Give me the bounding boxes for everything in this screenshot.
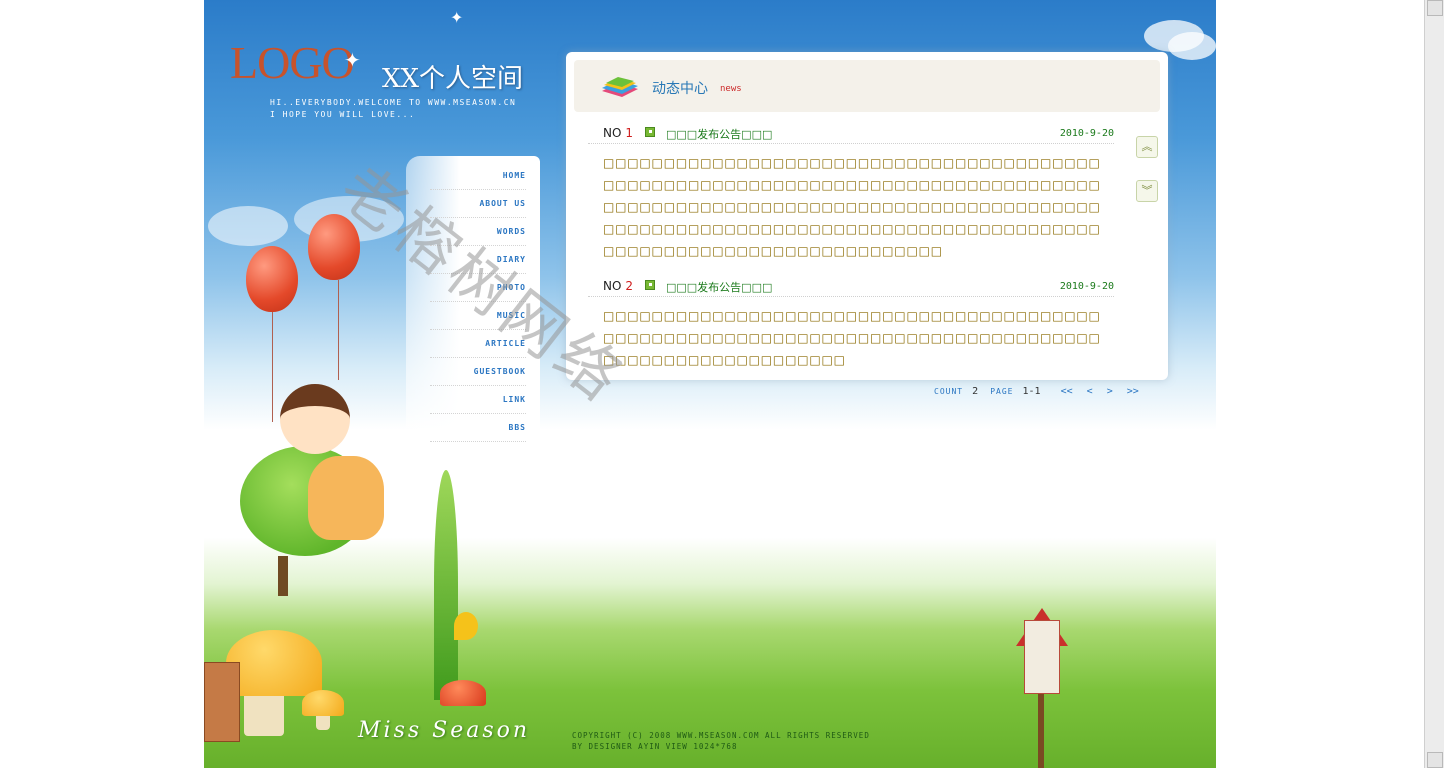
site-title: XX个人空间 xyxy=(382,64,524,94)
news-item: NO 2 □□□发布公告□□□ 2010-9-20 □□□□□□□□□□□□□□□… xyxy=(588,273,1114,369)
wooden-box-illustration xyxy=(204,662,240,742)
child-head-illustration xyxy=(280,384,350,454)
copyright-notice: COPYRIGHT (C) 2008 WWW.MSEASON.COM ALL R… xyxy=(572,730,870,752)
copyright-line: COPYRIGHT (C) 2008 WWW.MSEASON.COM ALL R… xyxy=(572,731,870,740)
site-logo[interactable]: LOGO xyxy=(230,36,355,89)
red-mushroom-cap xyxy=(440,680,486,706)
birdhouse-pole xyxy=(1038,694,1044,768)
news-panel-title: 动态中心 xyxy=(652,81,708,97)
pager-count-value: 2 xyxy=(972,386,979,397)
news-item-header: NO 1 □□□发布公告□□□ 2010-9-20 xyxy=(588,120,1114,144)
page-scrollbar[interactable] xyxy=(1424,0,1444,768)
news-item: NO 1 □□□发布公告□□□ 2010-9-20 □□□□□□□□□□□□□□□… xyxy=(588,120,1114,266)
news-list: NO 1 □□□发布公告□□□ 2010-9-20 □□□□□□□□□□□□□□□… xyxy=(588,112,1130,382)
news-date: 2010-9-20 xyxy=(1059,128,1114,139)
nav-item-guestbook[interactable]: GUESTBOOK xyxy=(430,358,526,386)
news-number-value: 2 xyxy=(625,279,634,293)
balloon-string xyxy=(272,312,273,422)
news-number: NO 1 xyxy=(603,126,633,140)
pager-page-value: 1-1 xyxy=(1022,386,1041,397)
child-body-illustration xyxy=(308,456,384,540)
news-title-link[interactable]: □□□发布公告□□□ xyxy=(666,279,772,295)
scrollbar-up-arrow[interactable] xyxy=(1427,0,1443,16)
pager-prev-link[interactable]: < xyxy=(1087,386,1093,397)
news-title-link[interactable]: □□□发布公告□□□ xyxy=(666,126,772,142)
cloud-decoration xyxy=(208,206,288,246)
news-body: □□□□□□□□□□□□□□□□□□□□□□□□□□□□□□□□□□□□□□□□… xyxy=(603,309,1101,367)
nav-item-bbs[interactable]: BBS xyxy=(430,414,526,442)
pager-next-link[interactable]: > xyxy=(1107,386,1113,397)
balloon-illustration xyxy=(246,246,298,312)
nav-item-words[interactable]: WORDS xyxy=(430,218,526,246)
pager-first-link[interactable]: << xyxy=(1061,386,1073,397)
news-number-label: NO xyxy=(603,126,622,140)
cloud-decoration xyxy=(1168,32,1216,60)
pager-last-link[interactable]: >> xyxy=(1127,386,1139,397)
mushroom-cap xyxy=(226,630,322,696)
balloon-illustration xyxy=(308,214,360,280)
double-chevron-down-icon[interactable]: ︾ xyxy=(1136,180,1158,202)
news-date: 2010-9-20 xyxy=(1059,281,1114,292)
mushroom-stem xyxy=(244,690,284,736)
page-stage: LOGO ✦ ✦ XX个人空间 HI..EVERYBODY.WELCOME TO… xyxy=(204,0,1216,768)
copyright-line: BY DESIGNER AYIN VIEW 1024*768 xyxy=(572,742,738,751)
pagination: COUNT 2 PAGE 1-1 << < > >> xyxy=(934,386,1139,397)
pager-count-label: COUNT xyxy=(934,387,964,396)
balloon-string xyxy=(338,280,339,380)
nav-item-photo[interactable]: PHOTO xyxy=(430,274,526,302)
calla-flower-illustration xyxy=(454,612,478,640)
news-number-value: 1 xyxy=(625,126,634,140)
mushroom-cap xyxy=(302,690,344,716)
nav-item-about-us[interactable]: ABOUT US xyxy=(430,190,526,218)
sparkle-icon: ✦ xyxy=(450,8,464,27)
news-body: □□□□□□□□□□□□□□□□□□□□□□□□□□□□□□□□□□□□□□□□… xyxy=(603,156,1101,258)
nav-item-link[interactable]: LINK xyxy=(430,386,526,414)
tree-trunk-illustration xyxy=(278,556,288,596)
colorful-books-icon xyxy=(602,77,638,97)
news-item-header: NO 2 □□□发布公告□□□ 2010-9-20 xyxy=(588,273,1114,297)
tagline-line: HI..EVERYBODY.WELCOME TO WWW.MSEASON.CN xyxy=(270,98,517,107)
nav-item-article[interactable]: ARTICLE xyxy=(430,330,526,358)
site-tagline: HI..EVERYBODY.WELCOME TO WWW.MSEASON.CN … xyxy=(270,97,516,121)
green-square-bullet-icon xyxy=(645,280,655,290)
sparkle-icon: ✦ xyxy=(344,48,361,72)
nav-item-diary[interactable]: DIARY xyxy=(430,246,526,274)
news-panel-subtitle: news xyxy=(720,84,742,94)
nav-item-music[interactable]: MUSIC xyxy=(430,302,526,330)
birdhouse-illustration xyxy=(1024,620,1060,694)
double-chevron-up-icon[interactable]: ︽ xyxy=(1136,136,1158,158)
pager-page-label: PAGE xyxy=(990,387,1014,396)
news-number-label: NO xyxy=(603,279,622,293)
nav-item-home[interactable]: HOME xyxy=(430,162,526,190)
main-navigation: HOME ABOUT US WORDS DIARY PHOTO MUSIC AR… xyxy=(406,156,540,446)
green-square-bullet-icon xyxy=(645,127,655,137)
news-number: NO 2 xyxy=(603,279,633,293)
signature-text: Miss Season xyxy=(358,718,531,743)
scrollbar-down-arrow[interactable] xyxy=(1427,752,1443,768)
tagline-line: I HOPE YOU WILL LOVE... xyxy=(270,110,416,119)
plant-illustration xyxy=(434,470,458,700)
